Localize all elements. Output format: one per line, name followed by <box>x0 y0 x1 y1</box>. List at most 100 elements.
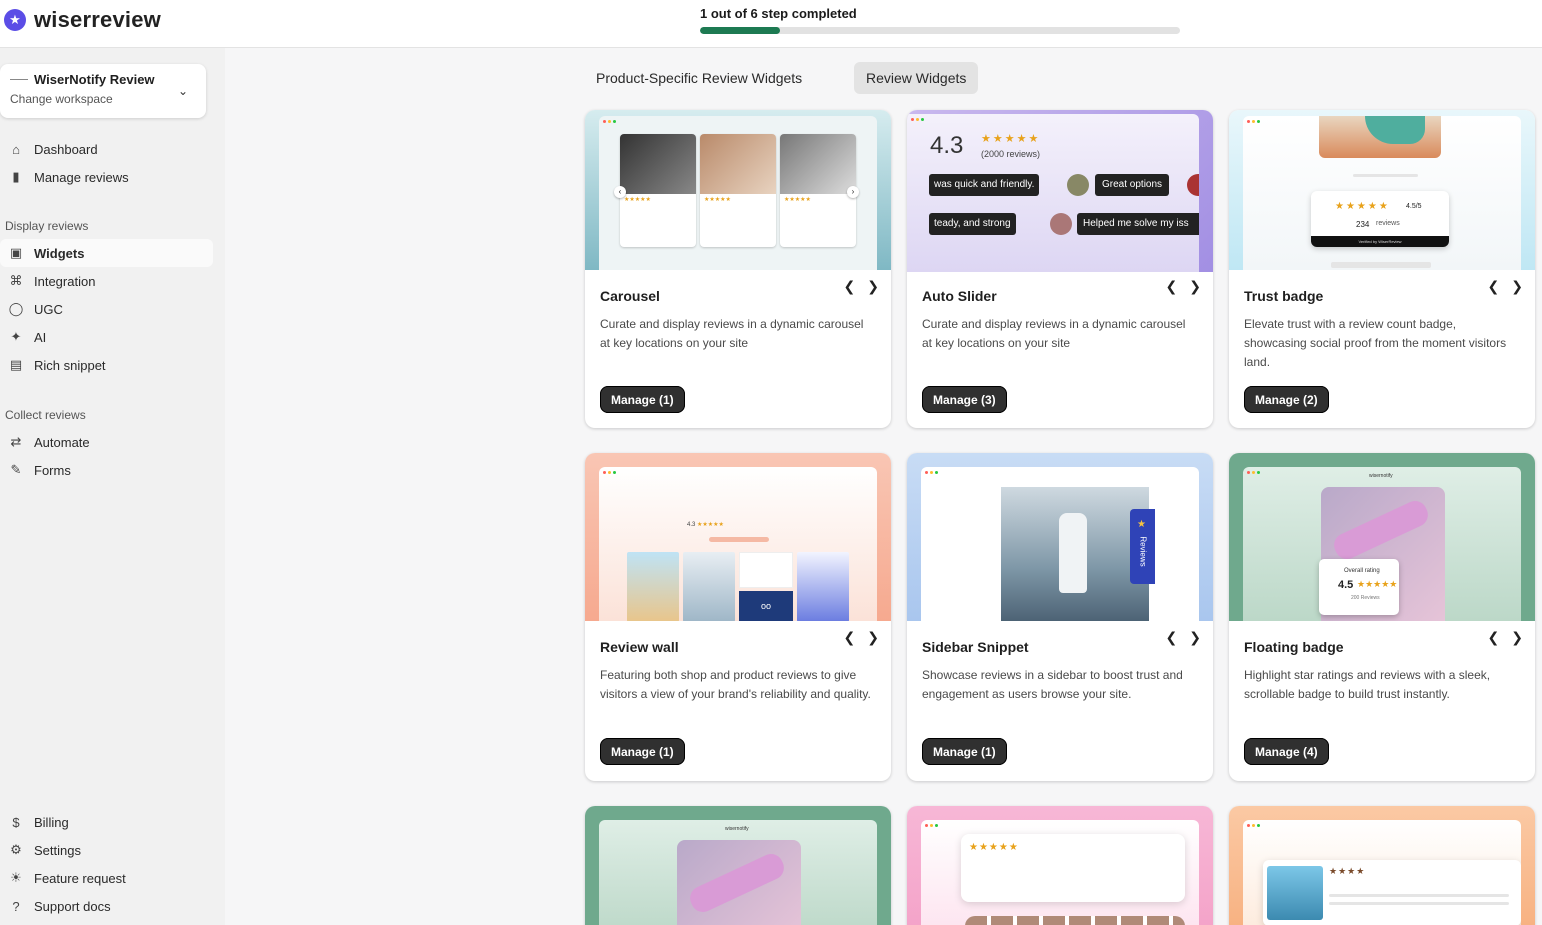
workspace-name: WiserNotify Review <box>34 72 155 87</box>
sidebar-item-integration[interactable]: ⌘ Integration <box>0 267 213 295</box>
sidebar-item-label: Forms <box>34 462 71 478</box>
window-dots-icon <box>911 118 924 121</box>
review-wall-preview-image: 4.3 ★★★★★ oo <box>585 453 891 621</box>
product-photo <box>1319 116 1441 158</box>
badge-overall-label: Overall rating <box>1344 568 1380 574</box>
preview-brand: wisernotify <box>725 826 749 832</box>
manage-review-wall-button[interactable]: Manage (1) <box>600 738 685 765</box>
sidebar-item-label: Manage reviews <box>34 169 129 185</box>
sidebar-item-label: Dashboard <box>34 141 98 157</box>
window-dots-icon <box>925 471 938 474</box>
preview-nav: ❮ ❯ <box>844 629 879 646</box>
wall-rating-value: 4.3 <box>687 522 696 528</box>
review-card: ★★★★★ <box>700 134 776 247</box>
brand-logo[interactable]: ★ wiserreview <box>4 7 161 33</box>
window-dots-icon <box>603 471 616 474</box>
widget-card-auto-slider: 4.3 ★★★★★ (2000 reviews) was quick and f… <box>907 110 1213 428</box>
sidebar-item-support-docs[interactable]: ? Support docs <box>0 892 213 920</box>
chevron-right-icon: › <box>847 186 859 198</box>
widget-card-row3-2: ★★★★★ <box>907 806 1213 925</box>
sparkle-icon: ✦ <box>10 329 22 344</box>
chevron-right-icon[interactable]: ❯ <box>1511 629 1523 646</box>
badge-count: 200 Reviews <box>1351 595 1380 601</box>
sidebar-item-label: Settings <box>34 842 81 858</box>
badge-count: 234 <box>1356 220 1370 229</box>
manage-sidebar-snippet-button[interactable]: Manage (1) <box>922 738 1007 765</box>
avatar <box>1067 174 1089 196</box>
chevron-left-icon[interactable]: ❮ <box>844 629 856 646</box>
preview-browser-frame: ★★★★ <box>1243 820 1521 925</box>
chevron-left-icon[interactable]: ❮ <box>844 278 856 295</box>
sidebar-item-rich-snippet[interactable]: ▤ Rich snippet <box>0 351 213 379</box>
preview-nav: ❮ ❯ <box>1488 278 1523 295</box>
sidebar-item-feature-request[interactable]: ☀ Feature request <box>0 864 213 892</box>
sidebar-item-manage-reviews[interactable]: ▮ Manage reviews <box>0 163 213 191</box>
widget-description: Highlight star ratings and reviews with … <box>1244 668 1491 701</box>
trust-badge-preview-image: ★★★★★ 4.5/5 234 reviews Verified by Wise… <box>1229 110 1535 270</box>
bottle-image <box>1330 497 1432 563</box>
review-card: ★★★★★ <box>961 834 1185 902</box>
widget-title: Carousel <box>600 288 660 304</box>
chevron-right-icon[interactable]: ❯ <box>1189 278 1201 295</box>
chevron-left-icon[interactable]: ❮ <box>1166 278 1178 295</box>
progress-label: 1 out of 6 step completed <box>700 6 857 21</box>
badge-count-label: reviews <box>1376 220 1400 227</box>
sidebar: WiserNotify Review Change workspace ⌄ ⌂ … <box>0 48 225 925</box>
carousel-preview-image: ★★★★★ ★★★★★ ★★★★★ ‹ › <box>585 110 891 270</box>
trust-badge-widget: ★★★★★ 4.5/5 234 reviews Verified by Wise… <box>1311 191 1449 247</box>
sidebar-item-forms[interactable]: ✎ Forms <box>0 456 213 484</box>
chevron-right-icon[interactable]: ❯ <box>1511 278 1523 295</box>
sidebar-item-dashboard[interactable]: ⌂ Dashboard <box>0 135 213 163</box>
chevron-left-icon[interactable]: ❮ <box>1166 629 1178 646</box>
preview-browser-frame: ★★★★★ ★★★★★ ★★★★★ ‹ › <box>599 116 877 270</box>
preview-image: wisernotify <box>585 806 891 925</box>
placeholder-line <box>1331 262 1431 268</box>
widget-card-row3-1: wisernotify <box>585 806 891 925</box>
manage-auto-slider-button[interactable]: Manage (3) <box>922 386 1007 413</box>
chevron-left-icon[interactable]: ❮ <box>1488 629 1500 646</box>
reviewer-photo <box>1267 866 1323 920</box>
widget-description: Elevate trust with a review count badge,… <box>1244 317 1507 369</box>
sidebar-item-automate[interactable]: ⇄ Automate <box>0 428 213 456</box>
wall-rating: 4.3 ★★★★★ <box>687 521 724 528</box>
integration-icon: ⌘ <box>9 273 23 288</box>
reviewer-photo <box>620 134 696 194</box>
manage-carousel-button[interactable]: Manage (1) <box>600 386 685 413</box>
widget-title: Review wall <box>600 639 679 655</box>
chevron-right-icon[interactable]: ❯ <box>867 278 879 295</box>
widget-description: Curate and display reviews in a dynamic … <box>600 317 864 350</box>
tab-product-specific-review-widgets[interactable]: Product-Specific Review Widgets <box>584 62 814 94</box>
product-photo <box>677 840 801 925</box>
sidebar-item-billing[interactable]: $ Billing <box>0 808 213 836</box>
preview-nav: ❮ ❯ <box>1488 629 1523 646</box>
chevron-right-icon[interactable]: ❯ <box>1189 629 1201 646</box>
globe-icon: ◯ <box>8 301 24 316</box>
sidebar-item-ai[interactable]: ✦ AI <box>0 323 213 351</box>
sidebar-item-label: Automate <box>34 434 90 450</box>
sidebar-item-settings[interactable]: ⚙ Settings <box>0 836 213 864</box>
window-dots-icon <box>1247 120 1260 123</box>
review-chip: Great options <box>1095 174 1170 196</box>
widget-title: Trust badge <box>1244 288 1324 304</box>
manage-floating-badge-button[interactable]: Manage (4) <box>1244 738 1329 765</box>
review-card <box>739 552 793 588</box>
workspace-switcher[interactable]: WiserNotify Review Change workspace ⌄ <box>0 64 206 118</box>
home-icon: ⌂ <box>12 141 20 157</box>
preview-nav: ❮ ❯ <box>1166 278 1201 295</box>
tab-review-widgets[interactable]: Review Widgets <box>854 62 979 94</box>
sidebar-item-label: Support docs <box>34 898 111 914</box>
review-card: ★★★★★ <box>780 134 856 247</box>
preview-browser-frame: 4.3 ★★★★★ (2000 reviews) was quick and f… <box>907 114 1199 272</box>
sidebar-item-widgets[interactable]: ▣ Widgets <box>0 239 213 267</box>
chevron-left-icon[interactable]: ❮ <box>1488 278 1500 295</box>
manage-trust-badge-button[interactable]: Manage (2) <box>1244 386 1329 413</box>
sidebar-item-ugc[interactable]: ◯ UGC <box>0 295 213 323</box>
product-photo <box>797 552 849 621</box>
preview-browser-frame: ★★★★★ 4.5/5 234 reviews Verified by Wise… <box>1243 116 1521 270</box>
preview-browser-frame: 4.3 ★★★★★ oo <box>599 467 877 621</box>
star-rating-icon: ★★★★★ <box>624 197 651 203</box>
chevron-down-icon: ⌄ <box>177 84 188 98</box>
chevron-right-icon[interactable]: ❯ <box>867 629 879 646</box>
onboarding-progress[interactable]: 1 out of 6 step completed <box>700 6 1180 34</box>
review-chip: was quick and friendly. <box>929 174 1040 196</box>
